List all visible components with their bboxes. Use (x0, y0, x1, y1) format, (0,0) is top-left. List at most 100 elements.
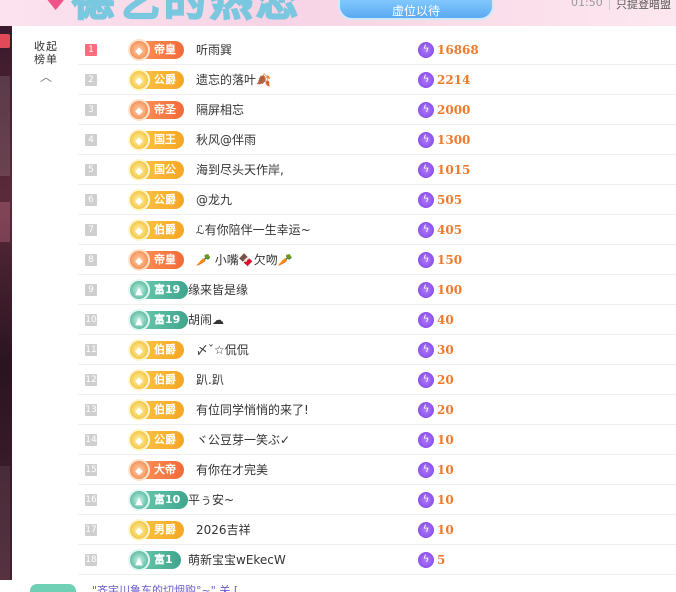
username[interactable]: 缘来皆是缘 (188, 281, 248, 299)
username[interactable]: 萌新宝宝wEkecW (188, 551, 286, 569)
username[interactable]: 趴.趴 (196, 371, 224, 389)
rank-title-text: 富19 (154, 283, 181, 296)
username[interactable]: 🥕 小嘴🍫欠吻🥕 (196, 251, 293, 269)
ranking-row[interactable]: 3 ◆ 帝圣 隔屏相忘 ϟ 2000 (78, 95, 676, 125)
lightning-bolt-icon: ϟ (418, 372, 434, 388)
left-strip-panel (0, 76, 10, 176)
username[interactable]: 遗忘的落叶🍂 (196, 71, 271, 89)
lightning-bolt-icon: ϟ (418, 252, 434, 268)
ranking-row[interactable]: 5 ◆ 国公 海到尽头天作岸, ϟ 1015 (78, 155, 676, 185)
ranking-row[interactable]: 2 ◆ 公爵 遗忘的落叶🍂 ϟ 2214 (78, 65, 676, 95)
ranking-row[interactable]: 15 ◆ 大帝 有你在才完美 ϟ 10 (78, 455, 676, 485)
rank-title-text: 伯爵 (154, 343, 176, 356)
rank-title-text: 伯爵 (154, 223, 176, 236)
username[interactable]: 有位同学悄悄的来了! (196, 401, 309, 419)
rank-number: 3 (85, 104, 97, 116)
ranking-row[interactable]: 9 ▲ 富19 缘来皆是缘 ϟ 100 (78, 275, 676, 305)
ranking-row[interactable]: 8 ◆ 帝皇 🥕 小嘴🍫欠吻🥕 ϟ 150 (78, 245, 676, 275)
lightning-bolt-icon: ϟ (418, 72, 434, 88)
ranking-row[interactable]: 4 ◆ 国王 秋风@伴雨 ϟ 1300 (78, 125, 676, 155)
rank-title-text: 伯爵 (154, 373, 176, 386)
rank-number: 11 (85, 344, 97, 356)
rank-title-text: 男爵 (154, 523, 176, 536)
rank-number: 15 (85, 464, 97, 476)
rank-number: 13 (85, 404, 97, 416)
score-value: 5 (437, 553, 446, 567)
collapse-label-line1: 收起 (34, 40, 58, 53)
rank-title-text: 公爵 (154, 433, 176, 446)
rank-title-badge: ◆ 大帝 (128, 459, 184, 481)
lightning-bolt-icon: ϟ (418, 462, 434, 478)
score-value: 1300 (437, 133, 471, 147)
username[interactable]: 海到尽头天作岸, (196, 161, 284, 179)
rank-title-badge: ◆ 伯爵 (128, 339, 184, 361)
collapse-ranking-button[interactable]: 收起 榜单 ︿ (26, 40, 66, 85)
notice-text: 只提登暗盟 (616, 0, 671, 11)
rank-number: 10 (85, 314, 97, 326)
rank-title-badge: ◆ 帝皇 (128, 39, 184, 61)
rank-title-badge: ◆ 伯爵 (128, 219, 184, 241)
rank-title-badge: ◆ 公爵 (128, 69, 184, 91)
score-value: 30 (437, 343, 454, 357)
rank-medal-icon: ◆ (128, 429, 150, 451)
username[interactable]: 秋风@伴雨 (196, 131, 256, 149)
rank-medal-icon: ◆ (128, 39, 150, 61)
rank-title-badge: ◆ 男爵 (128, 519, 184, 541)
score-value: 1015 (437, 163, 471, 177)
username[interactable]: 2026吉祥 (196, 521, 251, 539)
score-value: 16868 (437, 43, 479, 57)
username[interactable]: 隔屏相忘 (196, 101, 244, 119)
rank-title-text: 富1 (154, 553, 173, 566)
ranking-row[interactable]: 1 ◆ 帝皇 听雨巽 ϟ 16868 (78, 35, 676, 65)
ranking-row[interactable]: 13 ◆ 伯爵 有位同学悄悄的来了! ϟ 20 (78, 395, 676, 425)
ranking-row[interactable]: 11 ◆ 伯爵 〆ˇ☆侃侃 ϟ 30 (78, 335, 676, 365)
rank-title-badge: ◆ 伯爵 (128, 399, 184, 421)
rank-medal-icon: ◆ (128, 369, 150, 391)
ranking-row[interactable]: 10 ▲ 富19 胡闹☁ ϟ 40 (78, 305, 676, 335)
ranking-row[interactable]: 7 ◆ 伯爵 ℒ有你陪伴一生幸运~ ϟ 405 (78, 215, 676, 245)
vacant-seat-button[interactable]: 虚位以待 (338, 0, 494, 20)
lightning-bolt-icon: ϟ (418, 522, 434, 538)
username[interactable]: 有你在才完美 (196, 461, 268, 479)
username[interactable]: ヾ公豆芽一笑ぶ✓ (196, 431, 290, 449)
chat-message-text: "齐宇川鲁东的切烟购°~" 关 [ (92, 584, 239, 592)
username[interactable]: 平ぅ安~ (188, 491, 234, 509)
rank-title-badge: ◆ 伯爵 (128, 369, 184, 391)
score-value: 10 (437, 523, 454, 537)
rank-number: 12 (85, 374, 97, 386)
username[interactable]: 〆ˇ☆侃侃 (196, 341, 249, 359)
rank-medal-icon: ◆ (128, 519, 150, 541)
ranking-row[interactable]: 17 ◆ 男爵 2026吉祥 ϟ 10 (78, 515, 676, 545)
ranking-row[interactable]: 12 ◆ 伯爵 趴.趴 ϟ 20 (78, 365, 676, 395)
score-value: 40 (437, 313, 454, 327)
rank-medal-icon: ▲ (128, 309, 150, 331)
username[interactable]: 胡闹☁ (188, 311, 224, 329)
chat-message-partial: "齐宇川鲁东的切烟购°~" 关 [ (0, 580, 676, 592)
rank-number: 16 (85, 494, 97, 506)
rank-medal-icon: ◆ (128, 219, 150, 241)
lightning-bolt-icon: ϟ (418, 192, 434, 208)
ranking-row[interactable]: 18 ▲ 富1 萌新宝宝wEkecW ϟ 5 (78, 545, 676, 575)
rank-medal-icon: ◆ (128, 69, 150, 91)
lightning-bolt-icon: ϟ (418, 312, 434, 328)
ranking-row[interactable]: 14 ◆ 公爵 ヾ公豆芽一笑ぶ✓ ϟ 10 (78, 425, 676, 455)
rank-title-text: 伯爵 (154, 403, 176, 416)
ranking-row[interactable]: 16 ▲ 富10 平ぅ安~ ϟ 10 (78, 485, 676, 515)
ranking-row[interactable]: 6 ◆ 公爵 @龙九 ϟ 505 (78, 185, 676, 215)
rank-title-text: 富10 (154, 493, 181, 506)
left-strip-highlight (0, 202, 10, 242)
lightning-bolt-icon: ϟ (418, 342, 434, 358)
chevron-up-icon: ︿ (39, 70, 52, 84)
rank-medal-icon: ◆ (128, 99, 150, 121)
score-value: 10 (437, 463, 454, 477)
rank-title-badge: ◆ 国王 (128, 129, 184, 151)
username[interactable]: 听雨巽 (196, 41, 232, 59)
username[interactable]: @龙九 (196, 191, 232, 209)
rank-medal-icon: ▲ (128, 549, 150, 571)
lightning-bolt-icon: ϟ (418, 432, 434, 448)
left-strip-footer (0, 466, 10, 586)
lightning-bolt-icon: ϟ (418, 492, 434, 508)
username[interactable]: ℒ有你陪伴一生幸运~ (196, 221, 311, 239)
rank-title-text: 帝皇 (154, 43, 176, 56)
score-value: 20 (437, 403, 454, 417)
